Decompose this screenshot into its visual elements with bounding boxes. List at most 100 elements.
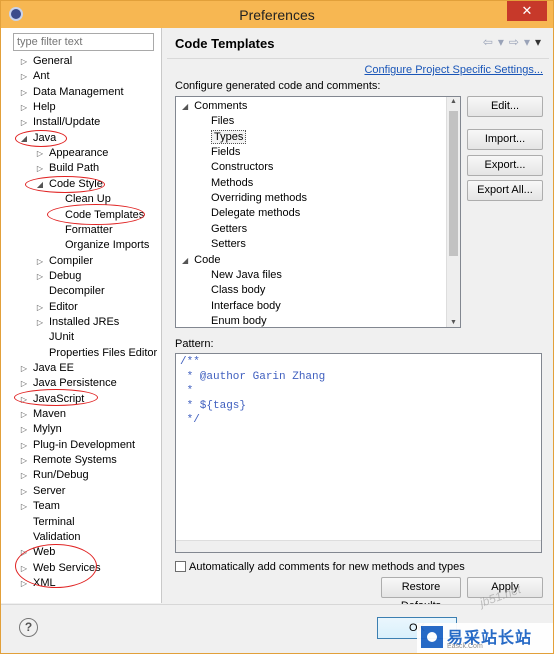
tree-item[interactable]: ▷ Maven	[20, 407, 66, 422]
tree-item[interactable]: ▷ Help	[20, 100, 56, 115]
template-item[interactable]: Enum body	[211, 314, 267, 327]
tree-item[interactable]: Formatter	[52, 223, 113, 238]
configure-project-link[interactable]: Configure Project Specific Settings...	[364, 64, 543, 76]
template-item[interactable]: Files	[211, 114, 234, 129]
collapsed-arrow-icon[interactable]: ▷	[19, 376, 29, 391]
template-item[interactable]: New Java files	[211, 268, 282, 283]
expanded-arrow-icon[interactable]: ◢	[182, 102, 188, 111]
collapsed-arrow-icon[interactable]: ▷	[19, 422, 29, 437]
import-button[interactable]: Import...	[467, 129, 543, 150]
collapsed-arrow-icon[interactable]: ▷	[19, 361, 29, 376]
collapsed-arrow-icon[interactable]: ▷	[35, 161, 45, 176]
collapsed-arrow-icon[interactable]: ▷	[19, 85, 29, 100]
tree-item[interactable]: Properties Files Editor	[36, 346, 157, 361]
collapsed-arrow-icon[interactable]: ▷	[19, 468, 29, 483]
export-all-button[interactable]: Export All...	[467, 180, 543, 201]
collapsed-arrow-icon[interactable]: ▷	[19, 499, 29, 514]
tree-item[interactable]: ▷ Team	[20, 499, 60, 514]
auto-comments-option[interactable]: Automatically add comments for new metho…	[175, 561, 465, 573]
scroll-down-icon[interactable]: ▼	[447, 319, 460, 326]
template-item[interactable]: Delegate methods	[211, 206, 300, 221]
collapsed-arrow-icon[interactable]: ▷	[35, 315, 45, 330]
template-item[interactable]: Class body	[211, 283, 265, 298]
collapsed-arrow-icon[interactable]: ▷	[35, 300, 45, 315]
tree-item[interactable]: ▷ Java EE	[20, 361, 74, 376]
templates-scrollbar[interactable]: ▲ ▼	[446, 97, 460, 327]
close-button[interactable]: ✕	[507, 1, 547, 21]
tree-item[interactable]: Decompiler	[36, 284, 105, 299]
collapsed-arrow-icon[interactable]: ▷	[19, 69, 29, 84]
tree-item[interactable]: ▷ Editor	[36, 300, 78, 315]
collapsed-arrow-icon[interactable]: ▷	[35, 146, 45, 161]
tree-item[interactable]: ▷ JavaScript	[20, 392, 84, 407]
tree-item[interactable]: Terminal	[20, 515, 75, 530]
expanded-arrow-icon[interactable]: ◢	[182, 256, 188, 265]
scroll-thumb[interactable]	[449, 111, 458, 256]
expanded-arrow-icon[interactable]: ◢	[19, 131, 29, 146]
tree-item[interactable]: ▷ XML	[20, 576, 56, 591]
template-item[interactable]: Methods	[211, 176, 253, 191]
template-item[interactable]: Constructors	[211, 160, 273, 175]
tree-item[interactable]: ◢ Code Style	[36, 177, 103, 192]
collapsed-arrow-icon[interactable]: ▷	[19, 453, 29, 468]
tree-item[interactable]: ▷ Install/Update	[20, 115, 100, 130]
forward-arrow-icon[interactable]: ⇨	[509, 35, 519, 49]
tree-item[interactable]: ▷ Web Services	[20, 561, 101, 576]
tree-item[interactable]: ▷ Plug-in Development	[20, 438, 135, 453]
tree-item[interactable]: Validation	[20, 530, 81, 545]
auto-comments-checkbox[interactable]	[175, 561, 186, 572]
collapsed-arrow-icon[interactable]: ▷	[19, 438, 29, 453]
collapsed-arrow-icon[interactable]: ▷	[19, 115, 29, 130]
tree-item[interactable]: ▷ Installed JREs	[36, 315, 119, 330]
filter-input[interactable]	[13, 33, 154, 51]
tree-item[interactable]: ▷ Compiler	[36, 254, 93, 269]
dropdown-small-icon[interactable]: ▾	[498, 35, 504, 49]
template-item[interactable]: Getters	[211, 222, 247, 237]
tree-item[interactable]: JUnit	[36, 330, 74, 345]
template-item[interactable]: Interface body	[211, 299, 281, 314]
tree-item[interactable]: Clean Up	[52, 192, 111, 207]
tree-item[interactable]: ▷ Data Management	[20, 85, 124, 100]
collapsed-arrow-icon[interactable]: ▷	[35, 269, 45, 284]
tree-item[interactable]: ▷ Appearance	[36, 146, 108, 161]
help-icon[interactable]: ?	[19, 618, 38, 637]
template-item[interactable]: ◢ Comments	[182, 99, 247, 114]
tree-item[interactable]: Code Templates	[52, 208, 144, 223]
tree-item[interactable]: ▷ Remote Systems	[20, 453, 117, 468]
tree-item[interactable]: ◢ Java	[20, 131, 56, 146]
collapsed-arrow-icon[interactable]: ▷	[19, 392, 29, 407]
collapsed-arrow-icon[interactable]: ▷	[19, 54, 29, 69]
tree-item[interactable]: ▷ Server	[20, 484, 65, 499]
tree-item[interactable]: ▷ Run/Debug	[20, 468, 89, 483]
collapsed-arrow-icon[interactable]: ▷	[35, 254, 45, 269]
restore-defaults-button[interactable]: Restore Defaults	[381, 577, 461, 612]
scroll-up-icon[interactable]: ▲	[447, 98, 460, 105]
tree-item[interactable]: ▷ Java Persistence	[20, 376, 117, 391]
template-item[interactable]: Setters	[211, 237, 246, 252]
templates-tree[interactable]: ◢ Comments Files Types Fields Constructors Met…	[175, 96, 461, 328]
template-item[interactable]: Types	[211, 129, 247, 145]
back-arrow-icon[interactable]: ⇦	[483, 35, 493, 49]
tree-item[interactable]: ▷ Build Path	[36, 161, 99, 176]
template-item[interactable]: Overriding methods	[211, 191, 307, 206]
collapsed-arrow-icon[interactable]: ▷	[19, 545, 29, 560]
dropdown-small-icon[interactable]: ▾	[524, 35, 530, 49]
pattern-editor[interactable]: /** * @author Garin Zhang * * ${tags} */	[175, 353, 542, 553]
collapsed-arrow-icon[interactable]: ▷	[19, 576, 29, 591]
pattern-hscrollbar[interactable]	[176, 540, 541, 552]
tree-item[interactable]: ▷ Ant	[20, 69, 50, 84]
collapsed-arrow-icon[interactable]: ▷	[19, 561, 29, 576]
expanded-arrow-icon[interactable]: ◢	[35, 177, 45, 192]
tree-item[interactable]: ▷ General	[20, 54, 72, 69]
collapsed-arrow-icon[interactable]: ▷	[19, 100, 29, 115]
export-button[interactable]: Export...	[467, 155, 543, 176]
edit-button[interactable]: Edit...	[467, 96, 543, 117]
tree-item[interactable]: Organize Imports	[52, 238, 149, 253]
collapsed-arrow-icon[interactable]: ▷	[19, 407, 29, 422]
template-item[interactable]: Fields	[211, 145, 240, 160]
tree-item[interactable]: ▷ Debug	[35, 269, 82, 284]
tree-item[interactable]: ▷ Web	[19, 545, 56, 560]
tree-item[interactable]: ▷ Mylyn	[20, 422, 62, 437]
template-item[interactable]: ◢ Code	[182, 253, 220, 268]
view-menu-icon[interactable]: ▾	[535, 35, 541, 49]
